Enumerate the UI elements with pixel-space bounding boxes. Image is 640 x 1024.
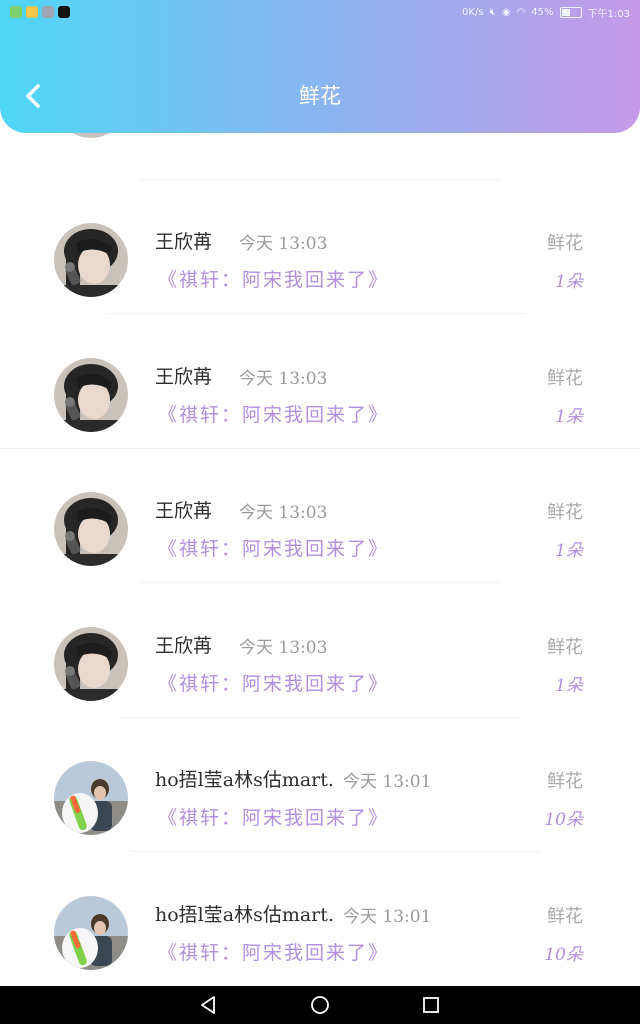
eye-icon: ◉ bbox=[501, 7, 511, 18]
row-divider bbox=[140, 179, 500, 180]
gift-type: 鲜花 bbox=[547, 636, 583, 658]
system-nav-bar bbox=[0, 986, 640, 1024]
app-icon-1 bbox=[10, 6, 22, 18]
gift-record-row[interactable]: 王欣苒 今天 13:03 《祺轩：阿宋我回来了》 鲜花 1朵 bbox=[0, 589, 640, 723]
row-divider bbox=[105, 313, 525, 314]
gift-message: 《祺轩：阿宋我回来了》 bbox=[158, 538, 390, 560]
avatar[interactable] bbox=[54, 357, 128, 432]
gift-type: 鲜花 bbox=[547, 771, 583, 792]
sent-time: 今天 13:01 bbox=[343, 906, 432, 927]
gift-type: 鲜花 bbox=[547, 905, 583, 927]
gift-count: 1朵 bbox=[555, 406, 583, 427]
avatar[interactable] bbox=[54, 761, 128, 835]
avatar[interactable] bbox=[54, 895, 128, 970]
gift-count: 1朵 bbox=[555, 675, 583, 696]
sender-name: ho捂l莹a林s估mart... bbox=[155, 769, 335, 791]
tiktok-icon bbox=[58, 6, 70, 18]
gift-record-row[interactable]: ho捂l莹a林s估mart... 今天 13:01 《祺轩：阿宋我回来了》 鲜花 10朵 bbox=[0, 858, 640, 987]
nav-recents-icon[interactable] bbox=[420, 994, 442, 1016]
sender-name: 王欣苒 bbox=[155, 500, 213, 522]
gift-count: 10朵 bbox=[544, 944, 583, 965]
nav-back-icon[interactable] bbox=[198, 994, 220, 1016]
row-divider bbox=[140, 582, 500, 583]
gift-record-row[interactable]: 王欣苒 今天 13:03 《祺轩：阿宋我回来了》 鲜花 1朵 bbox=[0, 454, 640, 588]
sent-time: 今天 13:03 bbox=[239, 503, 328, 523]
sender-name: 王欣苒 bbox=[155, 365, 213, 388]
gift-count: 10朵 bbox=[544, 810, 583, 830]
row-divider bbox=[130, 851, 540, 852]
app-icon-3 bbox=[42, 6, 54, 18]
gift-count: 1朵 bbox=[555, 541, 583, 561]
mute-icon: 🔇︎ bbox=[489, 7, 496, 18]
gift-type: 鲜花 bbox=[547, 502, 583, 523]
gift-record-list[interactable]: 王欣苒 今天 13:03 《祺轩：阿宋我回来了》 鲜花 1朵 王欣苒 今天 13:03 《祺轩… bbox=[0, 110, 640, 986]
sender-name: 王欣苒 bbox=[155, 231, 213, 253]
gift-message: 《祺轩：阿宋我回来了》 bbox=[158, 403, 390, 426]
system-status: 0K/s 🔇︎ ◉ ◠ 45% 下午1:03 bbox=[462, 5, 630, 20]
row-divider bbox=[120, 716, 520, 718]
clock: 下午1:03 bbox=[587, 9, 630, 20]
gift-message: 《祺轩：阿宋我回来了》 bbox=[158, 941, 390, 964]
avatar[interactable] bbox=[54, 492, 128, 566]
sent-time: 今天 13:01 bbox=[343, 772, 432, 792]
sent-time: 今天 13:03 bbox=[239, 637, 328, 658]
gift-record-row[interactable]: ho捂l莹a林s估mart... 今天 13:01 《祺轩：阿宋我回来了》 鲜花 10朵 bbox=[0, 723, 640, 857]
avatar[interactable] bbox=[54, 626, 128, 701]
nav-home-icon[interactable] bbox=[309, 994, 331, 1016]
gift-record-row[interactable]: 王欣苒 今天 13:03 《祺轩：阿宋我回来了》 鲜花 1朵 bbox=[0, 185, 640, 319]
app-icon-2 bbox=[26, 6, 38, 18]
header-bar: 0K/s 🔇︎ ◉ ◠ 45% 下午1:03 鲜花 bbox=[0, 0, 640, 133]
notification-icons bbox=[10, 6, 70, 18]
row-divider bbox=[0, 447, 640, 449]
gift-count: 1朵 bbox=[555, 272, 583, 292]
status-bar: 0K/s 🔇︎ ◉ ◠ 45% 下午1:03 bbox=[0, 0, 640, 26]
gift-message: 《祺轩：阿宋我回来了》 bbox=[158, 269, 390, 291]
gift-message: 《祺轩：阿宋我回来了》 bbox=[158, 807, 390, 829]
gift-record-row[interactable]: 王欣苒 今天 13:03 《祺轩：阿宋我回来了》 鲜花 1朵 bbox=[0, 320, 640, 454]
sent-time: 今天 13:03 bbox=[239, 368, 328, 389]
page-title: 鲜花 bbox=[299, 84, 341, 108]
sender-name: 王欣苒 bbox=[155, 634, 213, 657]
battery-icon bbox=[559, 7, 582, 18]
wifi-icon: ◠ bbox=[516, 7, 526, 18]
avatar[interactable] bbox=[54, 223, 128, 297]
gift-message: 《祺轩：阿宋我回来了》 bbox=[158, 672, 390, 695]
gift-type: 鲜花 bbox=[547, 367, 583, 389]
sent-time: 今天 13:03 bbox=[239, 234, 328, 254]
gift-type: 鲜花 bbox=[547, 233, 583, 254]
sender-name: ho捂l莹a林s估mart... bbox=[155, 903, 335, 926]
battery-percent: 45% bbox=[531, 7, 554, 18]
network-speed: 0K/s bbox=[462, 7, 484, 18]
